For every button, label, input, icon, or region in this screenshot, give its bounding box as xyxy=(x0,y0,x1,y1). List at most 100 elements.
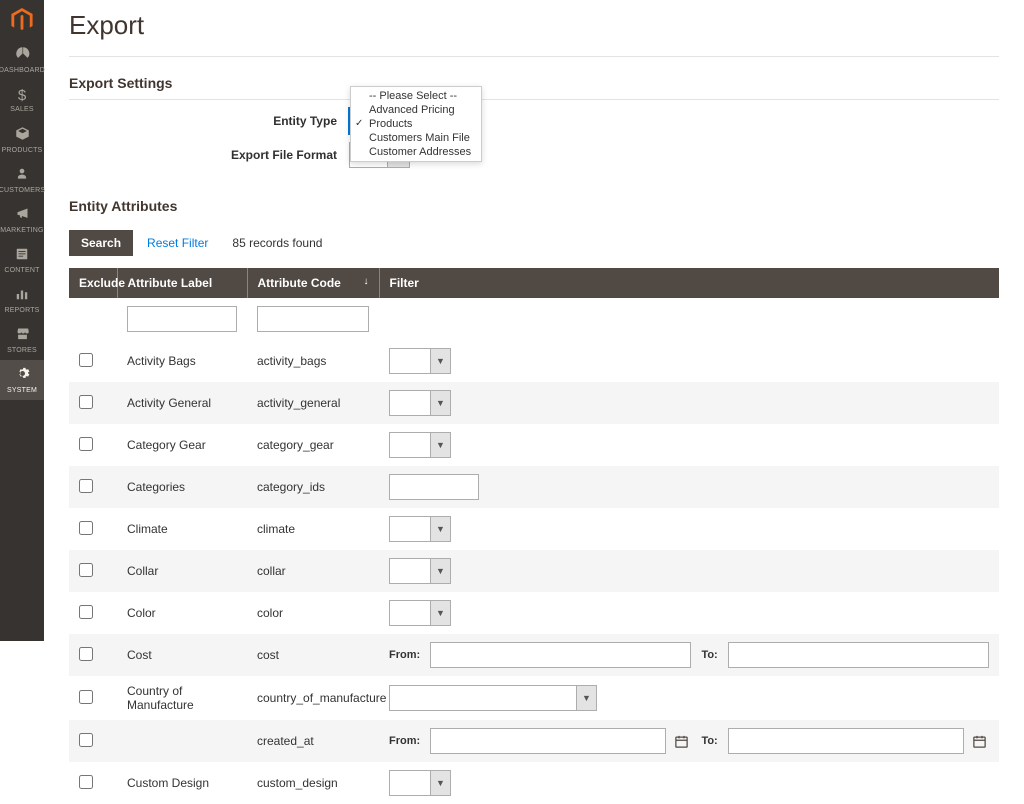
dropdown-option-products[interactable]: Products xyxy=(351,117,481,131)
filter-cell: ▼ xyxy=(379,592,999,634)
exclude-checkbox[interactable] xyxy=(79,775,93,789)
records-found: 85 records found xyxy=(232,236,322,250)
exclude-checkbox[interactable] xyxy=(79,521,93,535)
sidebar-item-dashboard[interactable]: DASHBOARD xyxy=(0,40,44,80)
attribute-code-cell: created_at xyxy=(247,720,379,762)
reset-filter-link[interactable]: Reset Filter xyxy=(147,236,208,250)
dropdown-option-advanced-pricing[interactable]: Advanced Pricing xyxy=(351,103,481,117)
sidebar-item-label: REPORTS xyxy=(4,307,39,314)
date-from-input[interactable] xyxy=(430,728,666,754)
sidebar-item-reports[interactable]: REPORTS xyxy=(0,280,44,320)
calendar-icon[interactable] xyxy=(671,731,691,751)
sidebar-item-label: CUSTOMERS xyxy=(0,187,45,194)
attribute-code-cell: color xyxy=(247,592,379,634)
exclude-checkbox[interactable] xyxy=(79,733,93,747)
attributes-grid: Exclude Attribute Label Attribute Code↓ … xyxy=(69,268,999,804)
date-to-input[interactable] xyxy=(728,728,964,754)
filter-attribute-code-input[interactable] xyxy=(257,306,369,332)
filter-select[interactable]: ▼ xyxy=(389,348,451,374)
system-icon xyxy=(15,366,30,385)
filter-attribute-label-input[interactable] xyxy=(127,306,237,332)
filter-select[interactable]: ▼ xyxy=(389,685,597,711)
filter-cell: ▼ xyxy=(379,508,999,550)
attribute-label-cell: Category Gear xyxy=(117,424,247,466)
filter-cell xyxy=(379,466,999,508)
sidebar-item-sales[interactable]: $ SALES xyxy=(0,80,44,120)
exclude-checkbox[interactable] xyxy=(79,395,93,409)
exclude-checkbox[interactable] xyxy=(79,479,93,493)
range-to-input[interactable] xyxy=(728,642,989,668)
exclude-checkbox[interactable] xyxy=(79,437,93,451)
sidebar-item-label: PRODUCTS xyxy=(2,147,43,154)
sidebar-item-label: SALES xyxy=(10,106,34,113)
chevron-down-icon: ▼ xyxy=(430,517,450,541)
filter-select[interactable]: ▼ xyxy=(389,600,451,626)
filter-select[interactable]: ▼ xyxy=(389,432,451,458)
filter-cell: ▼ xyxy=(379,676,999,720)
chevron-down-icon: ▼ xyxy=(430,391,450,415)
sidebar-item-marketing[interactable]: MARKETING xyxy=(0,200,44,240)
filter-select[interactable]: ▼ xyxy=(389,516,451,542)
exclude-checkbox[interactable] xyxy=(79,647,93,661)
range-to-label: To: xyxy=(701,649,717,661)
attribute-label-cell: Cost xyxy=(117,634,247,676)
table-row: Costcost From: To: xyxy=(69,634,999,676)
grid-toolbar: Search Reset Filter 85 records found xyxy=(69,230,999,256)
filter-cell: ▼ xyxy=(379,762,999,804)
entity-attributes-heading: Entity Attributes xyxy=(69,198,999,222)
calendar-icon[interactable] xyxy=(969,731,989,751)
exclude-checkbox[interactable] xyxy=(79,605,93,619)
page-title: Export xyxy=(69,0,999,57)
col-header-label[interactable]: Attribute Label xyxy=(117,268,247,298)
products-icon xyxy=(15,126,30,145)
dropdown-option-customers-main[interactable]: Customers Main File xyxy=(351,131,481,145)
col-header-exclude[interactable]: Exclude xyxy=(69,268,117,298)
sidebar-item-label: MARKETING xyxy=(0,227,43,234)
sidebar-item-system[interactable]: SYSTEM xyxy=(0,360,44,400)
sidebar-item-stores[interactable]: STORES xyxy=(0,320,44,360)
chevron-down-icon: ▼ xyxy=(430,349,450,373)
attribute-code-cell: cost xyxy=(247,634,379,676)
sidebar-item-products[interactable]: PRODUCTS xyxy=(0,120,44,160)
filter-cell: ▼ xyxy=(379,382,999,424)
attribute-label-cell: Categories xyxy=(117,466,247,508)
attribute-label-cell: Collar xyxy=(117,550,247,592)
filter-text-input[interactable] xyxy=(389,474,479,500)
dropdown-option-customer-addresses[interactable]: Customer Addresses xyxy=(351,145,481,159)
col-header-code[interactable]: Attribute Code↓ xyxy=(247,268,379,298)
filter-select[interactable]: ▼ xyxy=(389,558,451,584)
table-row: Collarcollar ▼ xyxy=(69,550,999,592)
marketing-icon xyxy=(15,206,30,225)
exclude-checkbox[interactable] xyxy=(79,353,93,367)
sidebar-item-label: CONTENT xyxy=(4,267,39,274)
range-from-label: From: xyxy=(389,735,420,747)
filter-select[interactable]: ▼ xyxy=(389,770,451,796)
sidebar: DASHBOARD $ SALES PRODUCTS CUSTOMERS MAR… xyxy=(0,0,44,641)
sidebar-item-content[interactable]: CONTENT xyxy=(0,240,44,280)
exclude-checkbox[interactable] xyxy=(79,563,93,577)
sidebar-item-customers[interactable]: CUSTOMERS xyxy=(0,160,44,200)
attribute-label-cell: Color xyxy=(117,592,247,634)
search-button[interactable]: Search xyxy=(69,230,133,256)
customers-icon xyxy=(15,167,29,185)
magento-logo[interactable] xyxy=(0,0,44,40)
sort-down-icon: ↓ xyxy=(364,276,369,287)
chevron-down-icon: ▼ xyxy=(430,433,450,457)
exclude-checkbox[interactable] xyxy=(79,690,93,704)
sidebar-item-label: STORES xyxy=(7,347,37,354)
table-row: Category Gearcategory_gear▼ xyxy=(69,424,999,466)
entity-type-dropdown: -- Please Select -- Advanced Pricing Pro… xyxy=(350,86,482,162)
dropdown-option-please-select[interactable]: -- Please Select -- xyxy=(351,89,481,103)
attribute-label-cell: Country of Manufacture xyxy=(117,676,247,720)
chevron-down-icon: ▼ xyxy=(430,601,450,625)
reports-icon xyxy=(15,287,29,305)
entity-type-row: Entity Type Products ▼ -- Please Select … xyxy=(69,108,999,134)
range-from-label: From: xyxy=(389,649,420,661)
attribute-label-cell: Climate xyxy=(117,508,247,550)
file-format-row: Export File Format CSV ▼ xyxy=(69,142,999,168)
main-content: Export Export Settings Entity Type Produ… xyxy=(44,0,1024,804)
filter-select[interactable]: ▼ xyxy=(389,390,451,416)
attribute-code-cell: collar xyxy=(247,550,379,592)
col-header-filter[interactable]: Filter xyxy=(379,268,999,298)
range-from-input[interactable] xyxy=(430,642,691,668)
